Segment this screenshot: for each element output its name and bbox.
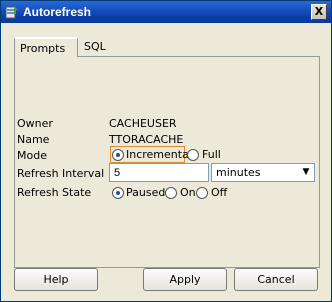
refresh-state-label: Refresh State [17,186,92,199]
title-bar[interactable]: Autorefresh X [1,1,331,23]
refresh-interval-unit-value: minutes [216,166,261,179]
window-title: Autorefresh [23,5,92,19]
cancel-button[interactable]: Cancel [234,268,318,291]
refresh-interval-input[interactable] [109,163,209,182]
cancel-button-label: Cancel [257,273,295,286]
owner-label: Owner [17,117,53,130]
refresh-interval-label: Refresh Interval [17,167,105,180]
tab-prompts-label: Prompts [20,42,66,55]
tab-sql-label: SQL [84,40,106,53]
refresh-state-paused-radio[interactable] [112,187,124,199]
mode-full-label[interactable]: Full [202,148,221,161]
owner-value: CACHEUSER [109,117,177,130]
close-button[interactable]: X [311,4,327,20]
refresh-interval-unit-select[interactable]: minutes ▼ [211,163,315,182]
mode-full-radio[interactable] [187,149,199,161]
apply-button[interactable]: Apply [143,268,227,291]
name-label: Name [17,133,50,146]
help-button-label: Help [43,273,69,286]
tab-prompts[interactable]: Prompts [14,37,78,57]
chevron-down-icon[interactable]: ▼ [298,164,314,181]
mode-label: Mode [17,149,47,162]
refresh-state-paused-label[interactable]: Paused [126,186,165,199]
tab-sql[interactable]: SQL [79,37,119,57]
refresh-state-off-radio[interactable] [196,187,208,199]
mode-incremental-label[interactable]: Incremental [126,148,192,161]
prompts-panel: Owner CACHEUSER Name TTORACACHE Mode Inc… [14,56,320,268]
database-refresh-icon [5,5,19,19]
dialog-body: Prompts SQL Owner CACHEUSER Name TTORACA… [1,23,331,301]
mode-incremental-radio[interactable] [112,149,124,161]
close-icon: X [314,5,324,18]
refresh-state-off-label[interactable]: Off [211,186,227,199]
help-button[interactable]: Help [14,268,98,291]
dialog-window: Autorefresh X Prompts SQL Owner CACHEUSE… [0,0,332,302]
refresh-state-on-radio[interactable] [165,187,177,199]
name-value: TTORACACHE [109,133,184,146]
refresh-state-on-label[interactable]: On [180,186,196,199]
apply-button-label: Apply [169,273,201,286]
